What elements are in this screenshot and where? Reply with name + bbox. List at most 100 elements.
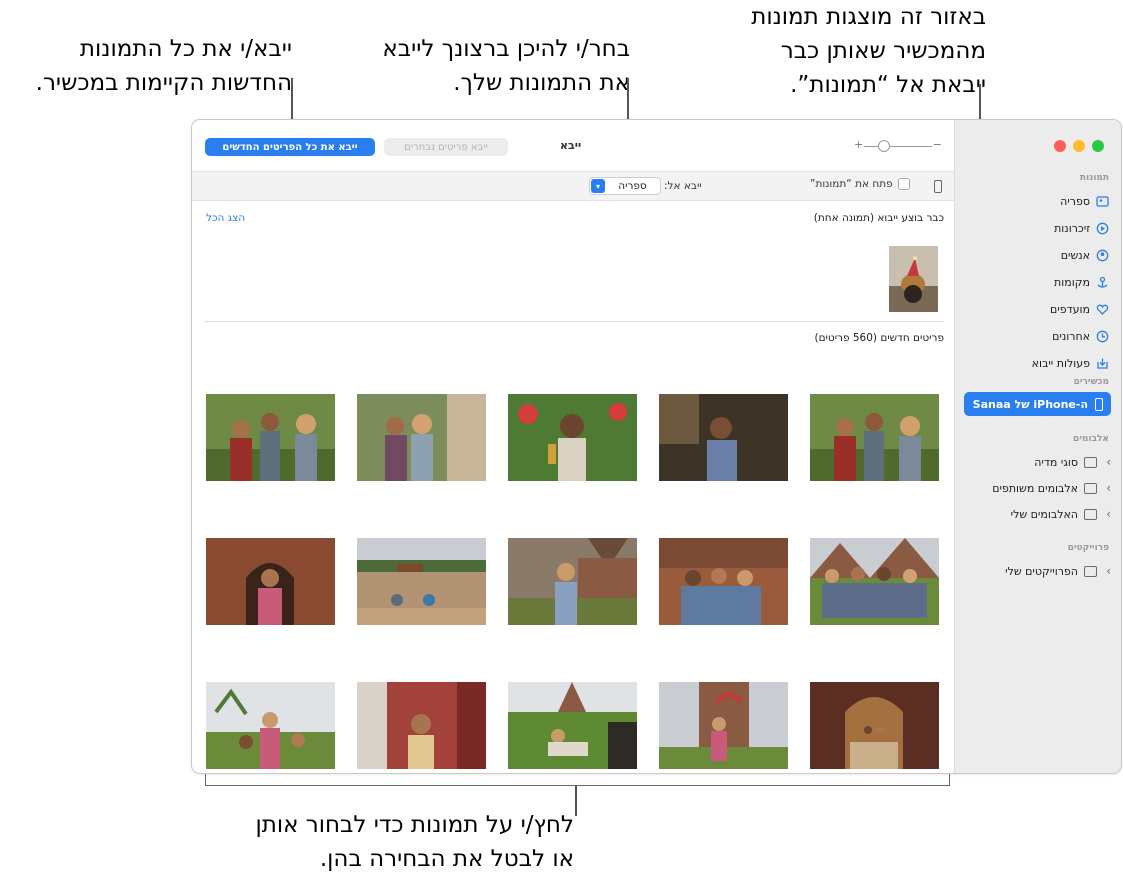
import-selected-button[interactable]: ייבא פריטים נבחרים: [384, 138, 508, 156]
chevron-right-icon[interactable]: ›: [1103, 481, 1111, 495]
sidebar-item-device[interactable]: ה-iPhone של Sanaa: [964, 392, 1111, 416]
library-icon: [1096, 195, 1109, 208]
open-photos-label: פתח את “תמונות”: [810, 178, 893, 190]
sidebar-item-people[interactable]: אנשים: [1061, 244, 1109, 266]
sidebar-item-recents[interactable]: אחרונים: [1052, 325, 1109, 347]
open-photos-option[interactable]: פתח את “תמונות”: [810, 178, 910, 190]
import-options-bar: פתח את “תמונות” ייבא אל: ▾ ספריה: [192, 171, 956, 201]
already-imported-title: כבר בוצע ייבוא (תמונה אחת): [813, 212, 944, 224]
folder-icon: [1084, 508, 1097, 520]
sidebar-item-media-types[interactable]: › סוגי מדיה: [1034, 451, 1111, 473]
heart-icon: [1096, 303, 1109, 316]
window-controls: [1054, 140, 1104, 152]
photo-thumbnail[interactable]: [206, 538, 335, 625]
sidebar-item-memories[interactable]: זיכרונות: [1054, 217, 1109, 239]
minimize-window-icon[interactable]: [1073, 140, 1085, 152]
photo-thumbnail[interactable]: [508, 682, 637, 769]
chevron-right-icon[interactable]: ›: [1103, 564, 1111, 578]
places-icon: [1096, 276, 1109, 289]
photo-thumbnail[interactable]: [810, 682, 939, 769]
callout-import-all: ייבא/י את כל התמונות החדשות הקיימות במכש…: [10, 32, 292, 100]
callout-line: את התמונות שלך.: [453, 70, 630, 96]
sidebar-item-label: האלבומים שלי: [1010, 507, 1078, 521]
callout-click-photos: לחץ/י על תמונות כדי לבחור אותן או לבטל א…: [220, 808, 574, 875]
people-icon: [1096, 249, 1109, 262]
shared-folder-icon: [1084, 482, 1097, 494]
callout-already-imported: באזור זה מוצגות תמונות מהמכשיר שאותן כבר…: [718, 0, 986, 102]
zoom-knob[interactable]: [878, 140, 890, 152]
sidebar-section-photos: תמונות: [1079, 173, 1109, 183]
sidebar-item-library[interactable]: ספריה: [1060, 190, 1109, 212]
photo-thumbnail[interactable]: [357, 538, 486, 625]
sidebar-item-places[interactable]: מקומות: [1054, 271, 1109, 293]
callout-line: באזור זה מוצגות תמונות: [751, 4, 986, 30]
photo-grid-bracket: [205, 774, 950, 786]
sidebar: תמונות ספריה זיכרונות אנשים מקומות מועדפ…: [954, 120, 1121, 773]
phone-icon: [934, 180, 942, 193]
sidebar-item-label: אלבומים משותפים: [992, 481, 1078, 495]
memories-icon: [1096, 222, 1109, 235]
import-icon: [1096, 357, 1109, 370]
callout-line: או לבטל את הבחירה בהן.: [319, 846, 574, 872]
callout-pointer: [575, 786, 577, 816]
import-all-new-button[interactable]: ייבא את כל הפריטים החדשים: [205, 138, 375, 156]
phone-icon: [1095, 397, 1103, 411]
sidebar-item-favorites[interactable]: מועדפים: [1050, 298, 1109, 320]
sidebar-item-shared-albums[interactable]: › אלבומים משותפים: [992, 477, 1111, 499]
callout-line: ייבא/י את כל התמונות: [79, 36, 292, 62]
photos-import-window: ייבא את כל הפריטים החדשים ייבא פריטים נב…: [191, 119, 1122, 774]
import-destination-select[interactable]: ▾ ספריה: [589, 177, 661, 195]
sidebar-item-label: אחרונים: [1052, 329, 1090, 343]
open-photos-checkbox[interactable]: [897, 178, 910, 190]
window-title: ייבא: [560, 139, 582, 152]
callout-line: ייבאת אל “תמונות”.: [790, 72, 986, 98]
photo-thumbnail[interactable]: [659, 682, 788, 769]
chevron-right-icon[interactable]: ›: [1103, 455, 1111, 469]
callout-line: לחץ/י על תמונות כדי לבחור אותן: [255, 812, 574, 838]
folder-icon: [1084, 565, 1097, 577]
callout-line: החדשות הקיימות במכשיר.: [35, 70, 292, 96]
photo-thumbnail[interactable]: [810, 538, 939, 625]
import-to-label: ייבא אל:: [664, 180, 702, 192]
chevron-right-icon[interactable]: ›: [1103, 507, 1111, 521]
folder-icon: [1084, 456, 1097, 468]
sidebar-item-label: ספריה: [1060, 194, 1090, 208]
toolbar: ייבא את כל הפריטים החדשים ייבא פריטים נב…: [192, 120, 956, 170]
callout-line: מהמכשיר שאותן כבר: [780, 38, 986, 64]
chevron-down-icon[interactable]: ▾: [591, 179, 605, 193]
sidebar-item-label: זיכרונות: [1054, 221, 1090, 235]
callout-line: בחר/י להיכן ברצונך לייבא: [382, 36, 630, 62]
import-destination-value: ספריה: [618, 180, 647, 192]
photo-thumbnail[interactable]: [357, 394, 486, 481]
photo-thumbnail[interactable]: [659, 394, 788, 481]
zoom-out-icon[interactable]: −: [933, 138, 942, 151]
sidebar-item-imports[interactable]: פעולות ייבוא: [1032, 352, 1109, 374]
section-divider: [204, 321, 944, 322]
sidebar-item-label: אנשים: [1060, 248, 1090, 262]
photo-thumbnail[interactable]: [357, 682, 486, 769]
zoom-window-icon[interactable]: [1092, 140, 1104, 152]
photo-thumbnail[interactable]: [206, 682, 335, 769]
zoom-slider[interactable]: + −: [854, 138, 942, 153]
photo-thumbnail[interactable]: [508, 538, 637, 625]
sidebar-section-albums: אלבומים: [1072, 434, 1109, 444]
callout-choose-destination: בחר/י להיכן ברצונך לייבא את התמונות שלך.: [354, 32, 630, 100]
device-label: ה-iPhone של Sanaa: [972, 397, 1088, 411]
photo-thumbnail[interactable]: [659, 538, 788, 625]
sidebar-item-label: הפרוייקטים שלי: [1005, 564, 1078, 578]
photo-thumbnail[interactable]: [206, 394, 335, 481]
photo-thumbnail[interactable]: [810, 394, 939, 481]
new-items-title: פריטים חדשים (560 פריטים): [814, 332, 944, 344]
zoom-in-icon[interactable]: +: [854, 138, 863, 151]
clock-icon: [1096, 330, 1109, 343]
photo-thumbnail[interactable]: [508, 394, 637, 481]
sidebar-item-my-projects[interactable]: › הפרוייקטים שלי: [1005, 560, 1111, 582]
imported-photo-thumbnail[interactable]: [889, 246, 938, 312]
sidebar-item-label: מועדפים: [1050, 302, 1090, 316]
sidebar-item-my-albums[interactable]: › האלבומים שלי: [1011, 503, 1111, 525]
close-window-icon[interactable]: [1054, 140, 1066, 152]
sidebar-item-label: סוגי מדיה: [1034, 455, 1078, 469]
zoom-track[interactable]: [864, 146, 932, 147]
sidebar-section-projects: פרוייקטים: [1067, 543, 1109, 553]
show-all-link[interactable]: הצג הכל: [206, 212, 245, 224]
